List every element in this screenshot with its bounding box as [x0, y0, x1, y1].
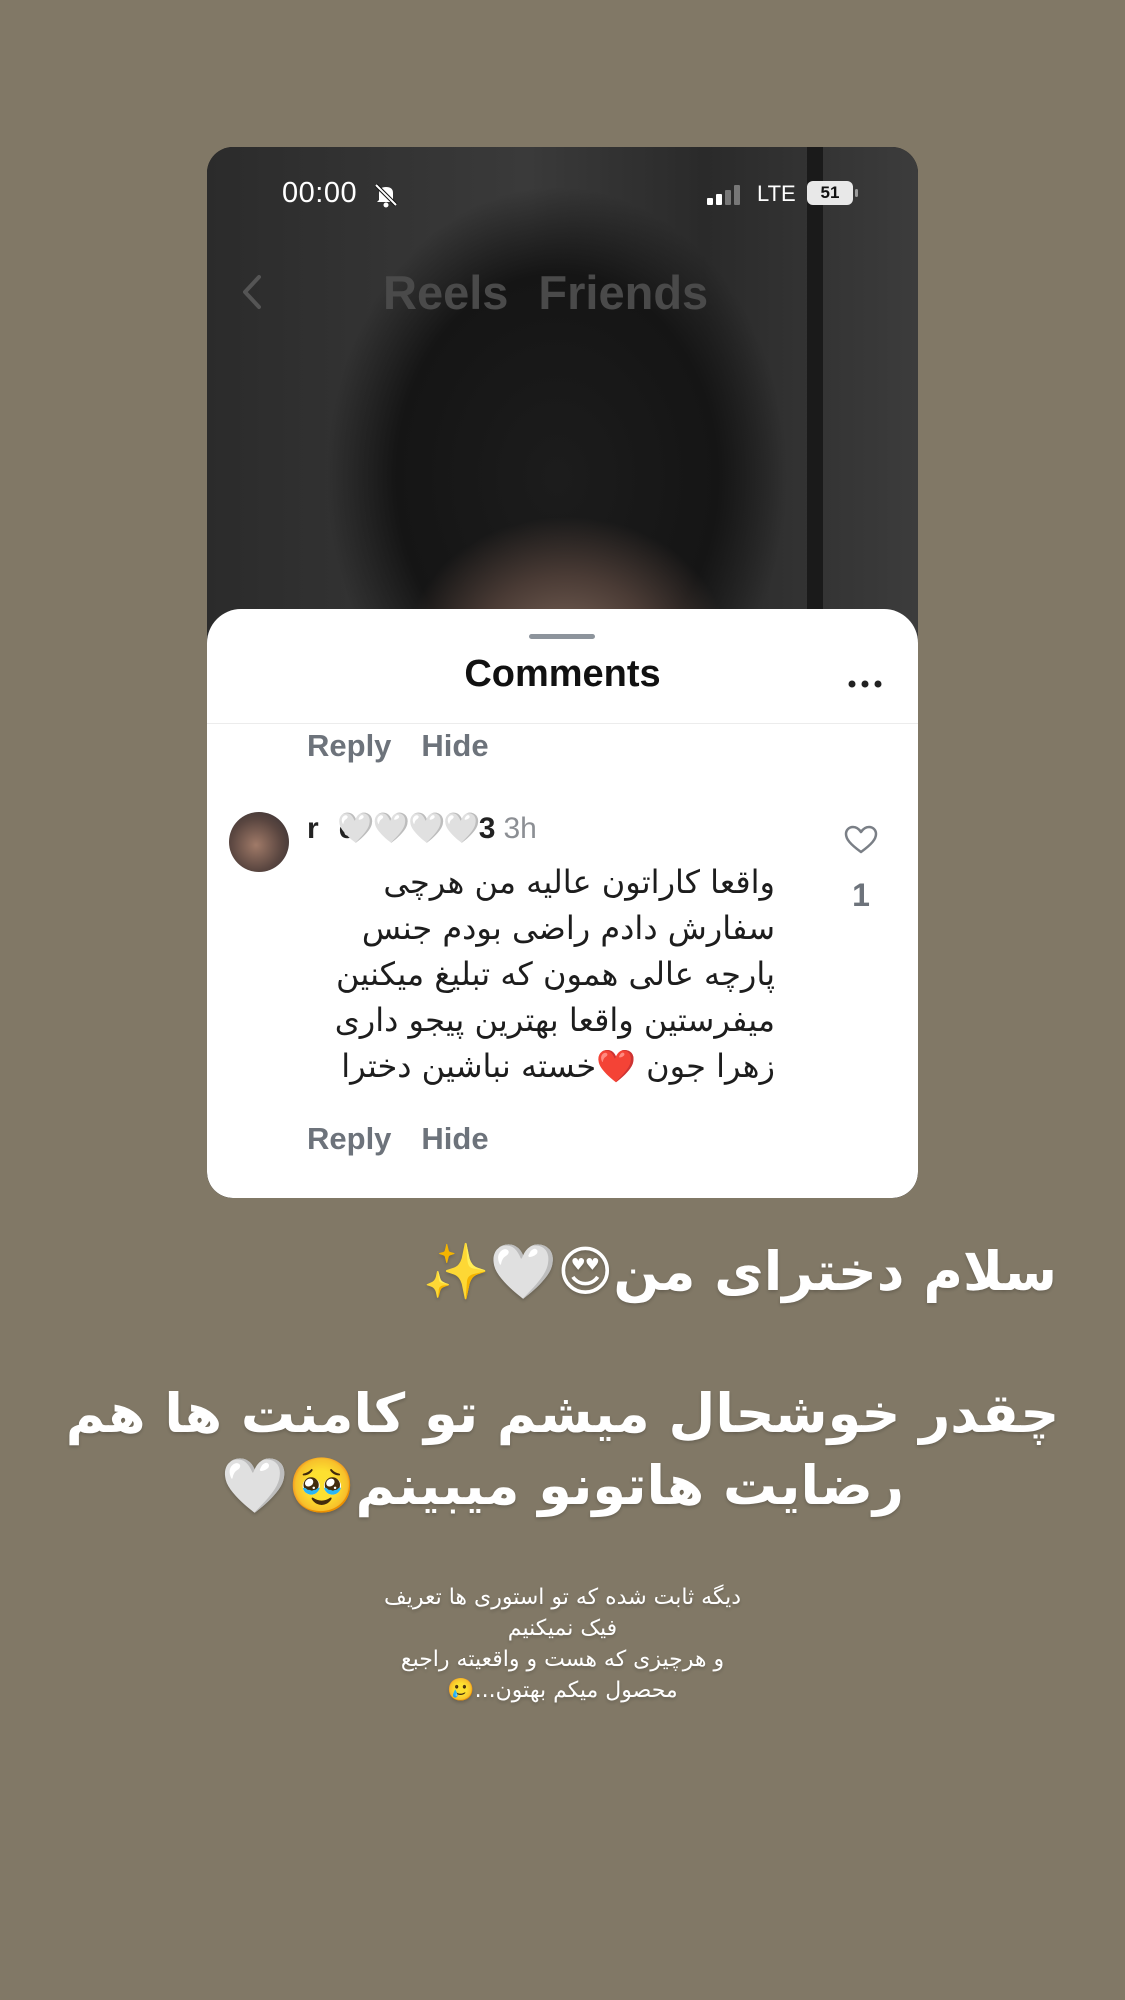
- status-bar: 00:00 LTE 51: [207, 147, 918, 243]
- comment-line: پارچه عالی همون که تبلیغ میکنین: [336, 955, 775, 993]
- story-headline: چقدر خوشحال میشم تو کامنت ها هم رضایت ها…: [40, 1378, 1085, 1522]
- reels-tabs: Reels Friends: [383, 265, 738, 320]
- bell-slash-icon: [374, 183, 398, 208]
- sheet-grabber[interactable]: [529, 634, 595, 639]
- comment-header: r e🤍🤍🤍🤍3 3h: [307, 811, 537, 846]
- username-end[interactable]: 3: [479, 812, 496, 845]
- network-type: LTE: [757, 181, 796, 206]
- story-note-line: و هرچیزی که هست و واقعیته راجبع: [400, 1647, 725, 1672]
- story-headline-line: رضایت هاتونو میبینم🥹🤍: [221, 1454, 904, 1517]
- battery-level: 51: [807, 181, 853, 205]
- reply-button[interactable]: Reply: [307, 728, 391, 763]
- username-hearts: 🤍🤍🤍🤍: [337, 812, 480, 845]
- story-note-line: محصول میکم بهتون...🥲: [447, 1678, 678, 1703]
- reply-button[interactable]: Reply: [307, 1121, 391, 1156]
- avatar[interactable]: [229, 812, 289, 872]
- comment-line: میفرستین واقعا بهترین پیجو داری: [334, 1001, 775, 1039]
- story-note-line: فیک نمیکنیم: [507, 1616, 618, 1641]
- comment-actions: Reply Hide: [307, 1121, 519, 1157]
- ellipsis-icon[interactable]: [847, 679, 883, 689]
- comment-line: زهرا جون ❤️خسته نباشین دخترا: [341, 1047, 775, 1085]
- heart-icon[interactable]: [844, 825, 878, 855]
- username-start[interactable]: r: [307, 812, 319, 845]
- comment-body: واقعا کاراتون عالیه من هرچی سفارش دادم ر…: [305, 859, 775, 1089]
- signal-icon: [707, 185, 740, 205]
- comment-time: 3h: [503, 812, 537, 845]
- hide-button[interactable]: Hide: [421, 728, 488, 763]
- tab-reels[interactable]: Reels: [383, 266, 508, 319]
- chevron-left-icon[interactable]: [237, 271, 267, 313]
- story-greeting: سلام دخترای من😍🤍✨: [422, 1240, 1057, 1303]
- like-count: 1: [852, 877, 870, 913]
- comment-line: سفارش دادم راضی بودم جنس: [361, 909, 775, 947]
- hide-button[interactable]: Hide: [421, 1121, 488, 1156]
- tab-friends[interactable]: Friends: [538, 266, 708, 319]
- battery-tip: [855, 189, 858, 197]
- status-time: 00:00: [282, 177, 358, 209]
- divider: [207, 723, 918, 724]
- story-note: دیگه ثابت شده که تو استوری ها تعریف فیک …: [300, 1582, 825, 1706]
- comment-line: واقعا کاراتون عالیه من هرچی: [383, 863, 775, 901]
- story-note-line: دیگه ثابت شده که تو استوری ها تعریف: [383, 1585, 742, 1610]
- screenshot-card: 00:00 LTE 51 Reels Friends Comments Repl…: [207, 147, 918, 1198]
- story-headline-line: چقدر خوشحال میشم تو کامنت ها هم: [65, 1382, 1060, 1445]
- battery-icon: 51: [807, 181, 859, 205]
- comments-sheet: Comments Reply Hide r e🤍🤍🤍🤍3 3h واقعا کارات…: [207, 609, 918, 1198]
- sheet-title: Comments: [464, 653, 661, 695]
- previous-comment-actions: Reply Hide: [307, 728, 519, 764]
